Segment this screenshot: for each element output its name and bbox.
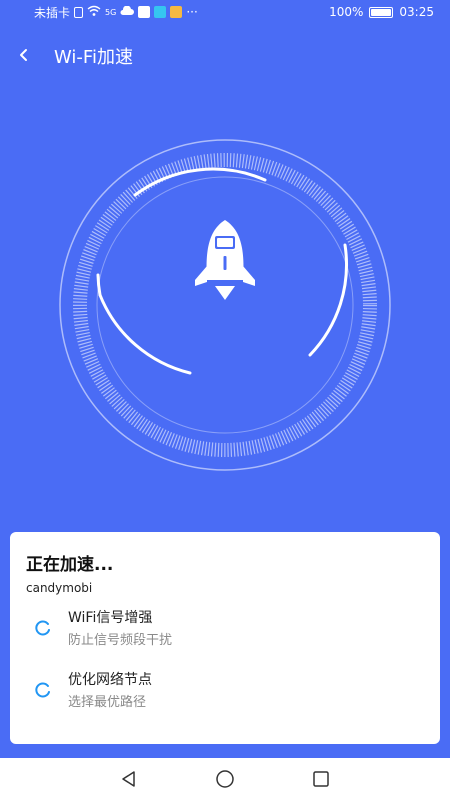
nav-back-button[interactable] [116, 766, 142, 792]
wifi-icon [87, 5, 101, 20]
card-title: 正在加速... [26, 555, 114, 575]
circle-home-icon [216, 770, 234, 788]
speed-ring-graphic [59, 139, 391, 471]
network-name: candymobi [26, 581, 93, 595]
battery-icon [369, 6, 394, 18]
task-description: 防止信号频段干扰 [68, 633, 173, 648]
square-recents-icon [313, 771, 329, 787]
status-right: 100% 03:25 [329, 5, 434, 19]
triangle-back-icon [122, 771, 135, 787]
task-description: 选择最优路径 [68, 695, 147, 710]
clock: 03:25 [399, 5, 434, 19]
chevron-left-icon [18, 47, 30, 66]
network-type: 5G [105, 7, 117, 17]
sim-icon [74, 6, 84, 18]
rocket-icon [195, 220, 255, 300]
task-item: 优化网络节点 选择最优路径 [26, 669, 424, 731]
task-item: WiFi信号增强 防止信号频段干扰 [26, 607, 424, 669]
loading-spinner-icon [34, 619, 52, 637]
loading-spinner-icon [34, 681, 52, 699]
status-bar: 未插卡 5G ··· 100% 03:25 [0, 0, 450, 24]
acceleration-card: 正在加速... candymobi WiFi信号增强 防止信号频段干扰 优化网络… [10, 532, 440, 744]
back-button[interactable] [0, 40, 48, 72]
app-bar: Wi-Fi加速 [0, 40, 450, 72]
system-nav-bar [0, 758, 450, 800]
page-title: Wi-Fi加速 [54, 47, 133, 68]
nav-home-button[interactable] [212, 766, 238, 792]
task-title: WiFi信号增强 [68, 610, 153, 626]
nav-recents-button[interactable] [308, 766, 334, 792]
app-notification-icon-3 [170, 6, 183, 18]
app-notification-icon [138, 6, 151, 18]
speed-ring [55, 135, 395, 475]
cloud-icon [120, 5, 135, 19]
battery-percent: 100% [329, 5, 364, 19]
app-notification-icon-2 [154, 6, 167, 18]
carrier-text: 未插卡 [34, 5, 71, 20]
status-left: 未插卡 5G ··· [34, 4, 198, 21]
task-title: 优化网络节点 [68, 672, 152, 688]
more-notifications-icon: ··· [186, 5, 198, 19]
